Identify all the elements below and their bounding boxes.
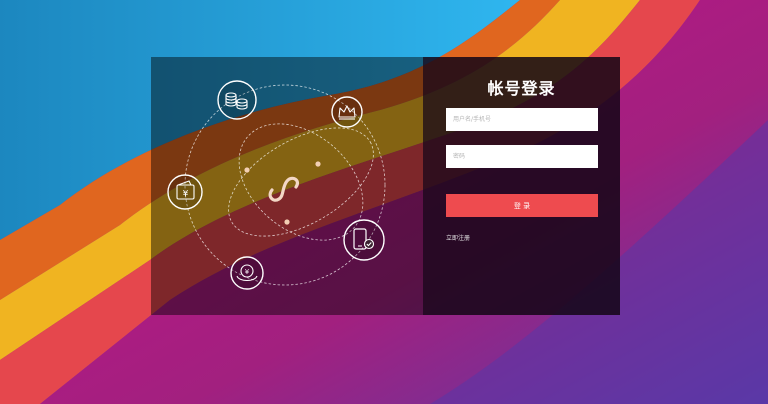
coins-icon xyxy=(217,80,257,120)
login-button[interactable]: 登 录 xyxy=(446,194,598,217)
orbit-dot xyxy=(315,161,321,167)
yuan-coin-icon: ¥ xyxy=(230,256,264,290)
password-input[interactable] xyxy=(446,145,598,168)
phone-check-icon xyxy=(343,219,385,261)
coin-yuan-glyph: ¥ xyxy=(245,268,250,276)
mini-program-logo-icon xyxy=(268,176,300,202)
illustration-graphic: ¥ ¥ xyxy=(167,80,386,290)
orbit-dot xyxy=(284,219,290,225)
username-input[interactable] xyxy=(446,108,598,131)
wallet-yuan-glyph: ¥ xyxy=(183,190,189,200)
crown-icon xyxy=(331,96,363,128)
register-link[interactable]: 立即注册 xyxy=(446,233,470,242)
illustration-panel: ¥ ¥ xyxy=(151,57,423,315)
wallet-icon: ¥ xyxy=(167,174,203,210)
login-title: 帐号登录 xyxy=(487,79,556,98)
orbit-dot xyxy=(244,167,250,173)
login-form-panel: 帐号登录 登 录 立即注册 xyxy=(423,57,620,315)
login-card: ¥ ¥ 帐号登录 登 录 立即注册 xyxy=(151,57,620,315)
